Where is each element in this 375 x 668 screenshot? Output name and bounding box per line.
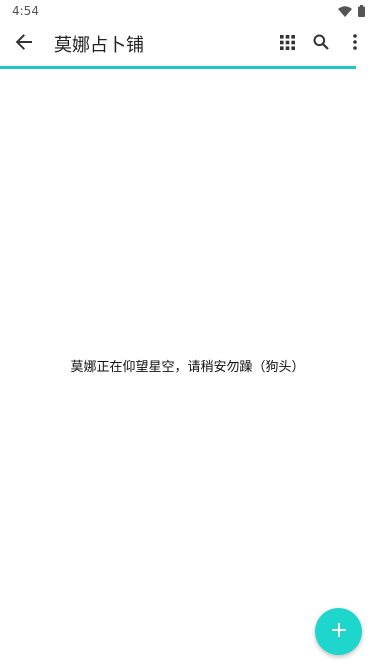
toolbar-actions [275, 32, 367, 56]
main-content: 莫娜正在仰望星空，请稍安勿躁（狗头） [0, 69, 375, 668]
add-button[interactable] [315, 608, 362, 655]
back-button[interactable] [10, 30, 38, 58]
plus-icon [331, 622, 346, 641]
more-options-button[interactable] [343, 32, 367, 56]
grid-icon [279, 34, 295, 54]
battery-icon [358, 5, 365, 17]
app-toolbar: 莫娜占卜铺 [0, 22, 375, 66]
status-time: 4:54 [12, 4, 39, 18]
search-button[interactable] [309, 32, 333, 56]
grid-button[interactable] [275, 32, 299, 56]
search-icon [313, 34, 329, 54]
empty-state-message: 莫娜正在仰望星空，请稍安勿躁（狗头） [70, 360, 305, 375]
status-bar: 4:54 [0, 0, 375, 22]
arrow-back-icon [15, 33, 33, 55]
more-vert-icon [353, 34, 357, 54]
status-icons [338, 5, 365, 17]
wifi-icon [338, 5, 352, 17]
page-title: 莫娜占卜铺 [54, 35, 144, 56]
